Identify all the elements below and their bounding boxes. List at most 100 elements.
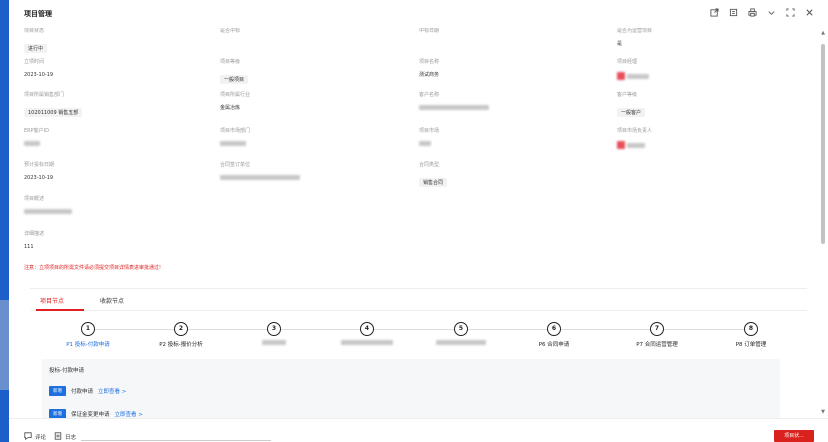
background-app-strip-shade xyxy=(0,300,9,390)
field-value: 111 xyxy=(24,244,34,250)
comment-icon xyxy=(24,432,32,442)
external-link-icon[interactable] xyxy=(709,8,719,18)
log-label: 日志 xyxy=(65,435,77,441)
background-app-strip xyxy=(0,0,9,442)
field-label: ERP客户ID xyxy=(24,128,49,134)
step-label xyxy=(416,340,506,346)
step-detail-title: 投标-付款申请 xyxy=(49,368,84,374)
field-label: 是否为运营项目 xyxy=(617,28,653,34)
step-label: P7 合同运营管理 xyxy=(636,342,678,348)
tab-payment-nodes[interactable]: 收款节点 xyxy=(100,296,124,305)
field-value xyxy=(617,72,797,80)
field-label: 项目经理 xyxy=(617,59,638,65)
step-number: 7 xyxy=(650,322,664,336)
field-value xyxy=(617,141,797,149)
field-label: 项目等级 xyxy=(220,59,241,65)
field-value xyxy=(220,141,400,148)
field-erp: ERP客户ID xyxy=(24,128,204,148)
step-label: P8 订单管理 xyxy=(735,342,767,348)
step-number: 6 xyxy=(547,322,561,336)
comment-label: 评论 xyxy=(35,435,47,441)
field-status: 项目状态 进行中 xyxy=(24,28,204,54)
title-bar: 项目管理 xyxy=(9,0,828,28)
field-market-owner: 项目市场负责人 xyxy=(617,128,797,149)
field-label: 合同类型 xyxy=(419,162,440,168)
field-label: 客户名称 xyxy=(419,92,440,98)
field-value xyxy=(220,175,400,182)
copy-icon[interactable] xyxy=(728,8,738,18)
field-contract-org: 合同签订单位 xyxy=(220,162,400,182)
project-status-button[interactable]: 项目状... xyxy=(774,430,814,442)
field-value xyxy=(419,105,599,112)
field-won: 是否中标 xyxy=(220,28,400,35)
tab-underline xyxy=(81,440,271,441)
field-label: 客户等级 xyxy=(617,92,638,98)
field-operation-project: 是否为运营项目 是 xyxy=(617,28,797,48)
step-3[interactable]: 3 xyxy=(229,322,319,346)
step-5[interactable]: 5 xyxy=(416,322,506,346)
grade-value: 一般项目 xyxy=(220,75,249,84)
field-label: 项目名称 xyxy=(419,59,440,65)
field-detail: 详细描述 111 xyxy=(24,231,204,251)
field-value xyxy=(419,141,599,148)
action-name: 付款申请 xyxy=(71,389,94,395)
warning-notice: 注意：立项项目的所需文件请必须提交项目详情表进审批通过! xyxy=(24,265,162,271)
scroll-thumb[interactable] xyxy=(821,44,825,244)
action-row: 新增 付款申请 立即查看 > xyxy=(49,386,126,396)
view-now-link[interactable]: 立即查看 > xyxy=(115,410,143,418)
field-customer-level: 客户等级 一般客户 xyxy=(617,92,797,118)
new-badge[interactable]: 新增 xyxy=(49,386,66,396)
field-market: 项目市场 xyxy=(419,128,599,148)
field-industry: 项目所属行业 金属冶炼 xyxy=(220,92,400,112)
field-created: 立项时间 2023-10-19 xyxy=(24,59,204,79)
log-button[interactable]: 日志 xyxy=(54,432,76,442)
field-value: 测试商务 xyxy=(419,72,440,78)
step-label: P6 合同申请 xyxy=(538,342,570,348)
field-customer: 客户名称 xyxy=(419,92,599,112)
step-6[interactable]: 6 P6 合同申请 xyxy=(509,322,599,348)
field-contract-type: 合同类型 销售合同 xyxy=(419,162,599,188)
scroll-up-icon[interactable]: ▲ xyxy=(820,30,826,36)
comment-button[interactable]: 评论 xyxy=(24,432,46,442)
title-bar-actions xyxy=(709,8,814,18)
node-card: 项目节点 收款节点 1 P1 投标-付款申请 2 P2 投标-报价分析 3 4 … xyxy=(30,288,807,429)
field-label: 项目市场部门 xyxy=(220,128,251,134)
field-value xyxy=(24,209,204,216)
field-label: 项目所属行业 xyxy=(220,92,251,98)
step-number: 1 xyxy=(81,322,95,336)
view-now-link[interactable]: 立即查看 > xyxy=(98,387,126,395)
vertical-scrollbar[interactable]: ▲ ▼ xyxy=(820,30,826,415)
contract-type-value: 销售合同 xyxy=(419,178,448,187)
step-7[interactable]: 7 P7 合同运营管理 xyxy=(612,322,702,348)
field-label: 合同签订单位 xyxy=(220,162,251,168)
step-4[interactable]: 4 xyxy=(322,322,412,346)
field-summary: 项目概述 xyxy=(24,196,204,216)
field-grade: 项目等级 一般项目 xyxy=(220,59,400,85)
close-icon[interactable] xyxy=(804,8,814,18)
field-label: 预计投标日期 xyxy=(24,162,55,168)
step-number: 4 xyxy=(360,322,374,336)
field-label: 是否中标 xyxy=(220,28,241,34)
chevron-down-icon[interactable] xyxy=(766,8,776,18)
step-1[interactable]: 1 P1 投标-付款申请 xyxy=(43,322,133,348)
scroll-down-icon[interactable]: ▼ xyxy=(820,409,826,415)
bottom-action-bar: 评论 日志 项目状... xyxy=(9,418,828,442)
step-number: 3 xyxy=(267,322,281,336)
dept-value: 102011009 销售五部 xyxy=(24,108,83,117)
action-name: 保证金变更申请 xyxy=(71,412,110,418)
modal-title: 项目管理 xyxy=(24,10,52,18)
step-label xyxy=(229,340,319,346)
field-value: 金属冶炼 xyxy=(220,105,241,111)
field-value: 是 xyxy=(617,41,623,47)
field-label: 中标日期 xyxy=(419,28,440,34)
step-2[interactable]: 2 P2 投标-报价分析 xyxy=(136,322,226,348)
step-8[interactable]: 8 P8 订单管理 xyxy=(706,322,796,348)
print-icon[interactable] xyxy=(747,8,757,18)
field-label: 项目市场负责人 xyxy=(617,128,653,134)
fullscreen-icon[interactable] xyxy=(785,8,795,18)
project-detail-modal: 项目管理 项目状态 进行中 是否中标 中标日期 是否为运营项目 是 立项时间 2… xyxy=(9,0,828,442)
field-win-date: 中标日期 xyxy=(419,28,599,35)
tab-project-nodes[interactable]: 项目节点 xyxy=(40,296,64,305)
field-name: 项目名称 测试商务 xyxy=(419,59,599,79)
status-value: 进行中 xyxy=(24,44,48,53)
